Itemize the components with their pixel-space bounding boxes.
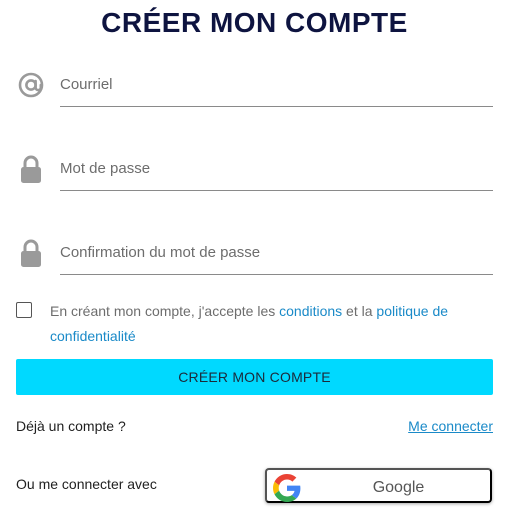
password-field-group bbox=[16, 148, 493, 204]
google-button-label: Google bbox=[372, 479, 425, 496]
confirm-password-underline bbox=[60, 274, 493, 275]
at-icon bbox=[16, 70, 46, 100]
lock-icon bbox=[16, 154, 46, 184]
google-logo-icon bbox=[273, 474, 301, 502]
email-field-group bbox=[16, 64, 493, 120]
terms-prefix: En créant mon compte, j'accepte les bbox=[50, 303, 280, 319]
terms-checkbox[interactable] bbox=[16, 302, 32, 318]
terms-middle: et la bbox=[342, 303, 377, 319]
password-underline bbox=[60, 190, 493, 191]
email-underline bbox=[60, 106, 493, 107]
already-account-text: Déjà un compte ? bbox=[16, 418, 126, 434]
confirm-password-input[interactable] bbox=[60, 232, 493, 272]
login-link[interactable]: Me connecter bbox=[408, 418, 493, 434]
page-title: CRÉER MON COMPTE bbox=[101, 7, 408, 38]
lock-icon bbox=[16, 238, 46, 268]
or-connect-text: Ou me connecter avec bbox=[16, 476, 157, 492]
google-signin-button[interactable]: Google bbox=[265, 468, 492, 503]
conditions-link[interactable]: conditions bbox=[279, 303, 342, 319]
terms-text: En créant mon compte, j'accepte les cond… bbox=[50, 299, 490, 349]
password-input[interactable] bbox=[60, 148, 493, 188]
email-input[interactable] bbox=[60, 64, 493, 104]
confirm-password-field-group bbox=[16, 232, 493, 288]
create-account-button[interactable]: CRÉER MON COMPTE bbox=[16, 359, 493, 395]
